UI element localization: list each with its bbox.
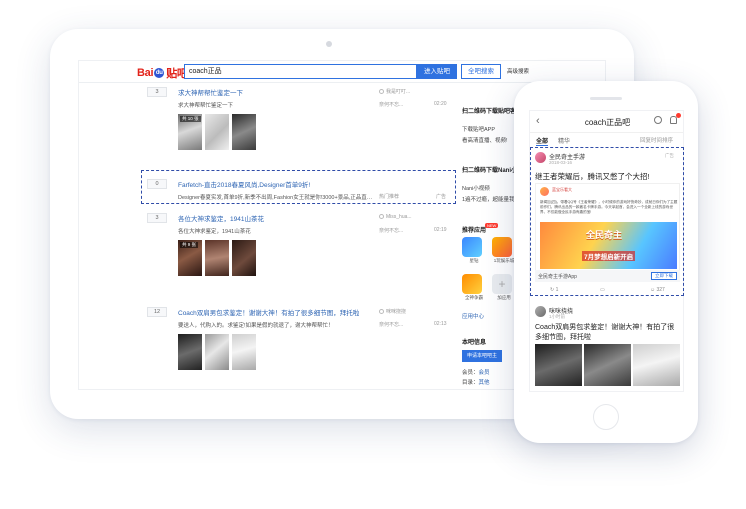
app-center-link[interactable]: 应用中心 <box>462 312 484 320</box>
new-badge: NEW <box>485 223 499 228</box>
thumbnail[interactable] <box>232 240 256 276</box>
thread-abstract: 要送人，代购入的。求鉴定!如果是假的就退了，谢大神帮帮忙！ <box>178 323 334 329</box>
thread-thumbnails: 共 10 张 <box>178 114 256 150</box>
search-input[interactable]: coach正品 <box>184 64 417 79</box>
thread-abstract: 求大神帮帮忙鉴定一下 <box>178 103 234 109</box>
last-replier[interactable]: 奈何不忘... <box>379 227 403 234</box>
thread-item[interactable]: 12 Coach双肩男包求鉴定！谢谢大神！有拍了很多细节图，拜托啦 咪咪挠挠 要… <box>147 307 452 387</box>
thread-thumbnails: 共 9 张 <box>178 240 256 276</box>
thread-author[interactable]: 我是叮叮... <box>379 88 410 95</box>
thread-thumbnails <box>178 334 256 370</box>
game-app-icon <box>462 274 482 294</box>
post-time: 1小时前 <box>549 314 566 319</box>
app-label: 全神争霸 <box>465 295 483 300</box>
thumbnail[interactable] <box>205 240 229 276</box>
user-icon <box>379 309 384 314</box>
app-label: 星钻 <box>469 258 479 263</box>
thread-item[interactable]: 3 各位大神求鉴定，1941山茶花 Miss_hua... 各位大神求鉴定，19… <box>147 213 452 283</box>
logo-text: Bai <box>137 66 154 79</box>
reply-time: 02:13 <box>434 321 447 327</box>
thread-author[interactable]: Miss_hua... <box>379 214 412 220</box>
last-replier[interactable]: 奈何不忘... <box>379 321 403 328</box>
tab-featured[interactable]: 精华 <box>558 136 570 145</box>
image-count: 共 10 张 <box>180 116 201 122</box>
game-app-icon <box>492 237 512 257</box>
post-image[interactable] <box>584 344 631 386</box>
enter-bar-button[interactable]: 进入贴吧 <box>417 64 457 79</box>
search-icon[interactable] <box>654 116 662 124</box>
ad-highlight-frame <box>141 170 456 204</box>
sort-dropdown[interactable]: 回复时间排序 <box>640 136 673 144</box>
thread-title[interactable]: Coach双肩男包求鉴定！谢谢大神！有拍了很多细节图，拜托啦 <box>178 307 359 317</box>
reply-time: 02:20 <box>434 101 447 107</box>
user-icon <box>379 89 384 94</box>
reply-time: 02:19 <box>434 227 447 233</box>
thumbnail[interactable] <box>205 334 229 370</box>
reply-count: 3 <box>147 213 167 223</box>
tablet-camera <box>326 41 332 47</box>
phone-speaker <box>590 97 622 100</box>
qr-desc-line: 下载贴吧APP <box>462 127 496 133</box>
mobile-ad-highlight-frame <box>530 147 684 296</box>
thread-item[interactable]: 3 求大神帮帮忙鉴定一下 我是叮叮... 求大神帮帮忙鉴定一下 奈何不忘... … <box>147 87 452 157</box>
last-replier[interactable]: 奈何不忘... <box>379 101 403 108</box>
thumbnail[interactable] <box>178 334 202 370</box>
mobile-header: ‹ coach正品吧 <box>530 111 683 133</box>
advanced-search-link[interactable]: 高级搜索 <box>507 67 529 75</box>
post-image[interactable] <box>633 344 680 386</box>
user-icon <box>379 214 384 219</box>
qr-desc-line: Nani小视频 <box>462 186 490 192</box>
post-title[interactable]: Coach双肩男包求鉴定！谢谢大神！有拍了很多细节图，拜托啦 <box>535 323 680 343</box>
app-label: 加应用 <box>497 295 511 300</box>
notification-dot <box>676 113 681 118</box>
avatar[interactable] <box>535 306 546 317</box>
app-tile[interactable]: 全神争霸 <box>462 274 486 301</box>
thumbnail[interactable] <box>232 334 256 370</box>
thumbnail[interactable] <box>205 114 229 150</box>
diamond-app-icon <box>462 237 482 257</box>
qr-desc-line: 看高清直播、视频! <box>462 138 508 144</box>
member-row: 会员：会员 <box>462 370 490 376</box>
app-label: 1玩娱乐城 <box>493 258 515 263</box>
app-tile[interactable]: 1玩娱乐城 <box>492 237 516 264</box>
tab-all[interactable]: 全部 <box>536 136 549 146</box>
thread-author[interactable]: 咪咪挠挠 <box>379 308 406 315</box>
reply-count: 3 <box>147 87 167 97</box>
qr-title-tieba: 扫二维码下载贴吧客 <box>462 109 517 115</box>
image-count: 共 9 张 <box>180 242 199 248</box>
mockup-stage: Bai du 贴吧 coach正品 进入贴吧 全吧搜索 高级搜索 3 求大神帮帮忙鉴… <box>0 0 746 509</box>
thumbnail[interactable]: 共 9 张 <box>178 240 202 276</box>
app-tile[interactable]: + 加应用 <box>492 274 516 301</box>
apply-moderator-button[interactable]: 申请本吧吧主 <box>462 350 502 362</box>
reply-count: 12 <box>147 307 167 317</box>
thread-title[interactable]: 各位大神求鉴定，1941山茶花 <box>178 213 264 223</box>
paw-icon: du <box>154 67 165 78</box>
apps-title: 推荐应用 <box>462 228 487 234</box>
app-tile[interactable]: 星钻 <box>462 237 486 264</box>
thumbnail[interactable] <box>232 114 256 150</box>
thumbnail[interactable]: 共 10 张 <box>178 114 202 150</box>
search-all-bars-button[interactable]: 全吧搜索 <box>461 64 501 79</box>
bar-info-title: 本吧信息 <box>462 340 487 346</box>
qr-desc-line: 1遍不过瘾，超能量我! <box>462 197 517 203</box>
directory-row: 目录：其他 <box>462 380 490 386</box>
home-button[interactable] <box>593 404 619 430</box>
plus-icon: + <box>492 274 512 294</box>
thread-title[interactable]: 求大神帮帮忙鉴定一下 <box>178 87 243 97</box>
thread-abstract: 各位大神求鉴定，1941山茶花 <box>178 229 251 235</box>
post-images <box>535 344 680 386</box>
post-image[interactable] <box>535 344 582 386</box>
baidu-header: Bai du 贴吧 coach正品 进入贴吧 全吧搜索 高级搜索 <box>79 61 605 83</box>
tieba-logo[interactable]: Bai du 贴吧 <box>137 66 188 80</box>
